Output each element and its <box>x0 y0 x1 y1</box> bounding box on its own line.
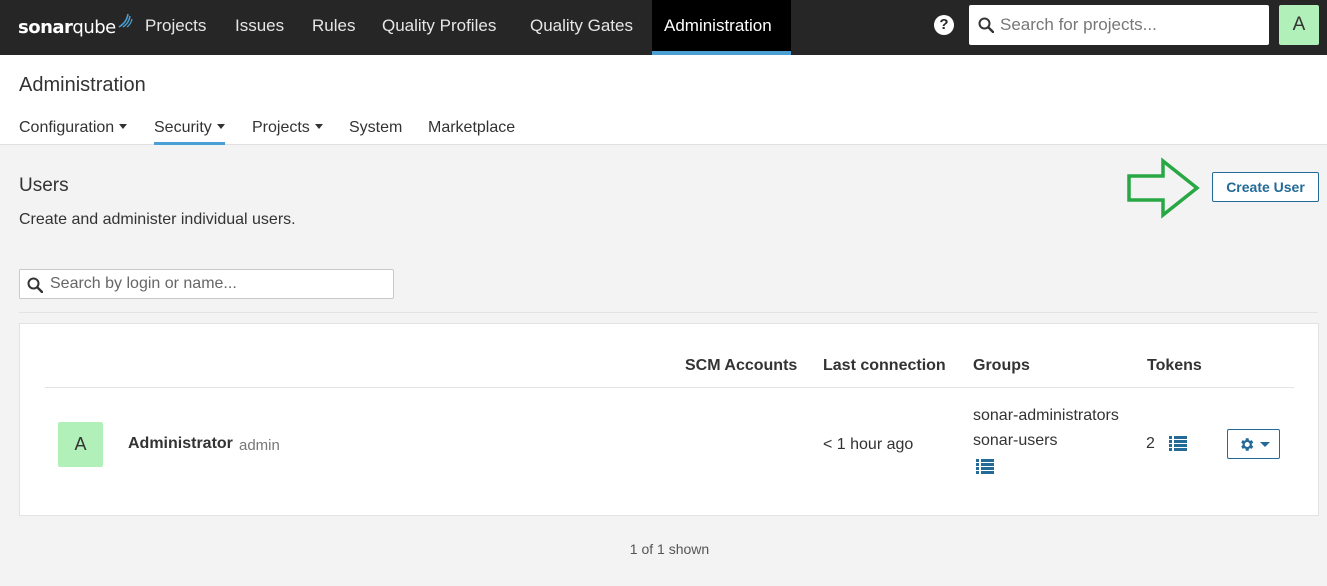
chevron-down-icon <box>119 124 128 130</box>
gear-icon <box>1241 438 1254 451</box>
create-user-button[interactable]: Create User <box>1212 172 1319 202</box>
help-icon[interactable]: ? <box>934 15 954 35</box>
global-search-input[interactable] <box>1000 5 1260 45</box>
section-title: Users <box>19 175 69 196</box>
sonarqube-logo[interactable]: sonarqube <box>18 10 133 44</box>
user-name: Administrator <box>128 435 233 452</box>
nav-administration[interactable]: Administration <box>652 0 791 55</box>
user-avatar[interactable]: A <box>1279 5 1319 45</box>
chevron-down-icon <box>314 124 323 130</box>
column-header-last-connection: Last connection <box>823 357 946 374</box>
global-search-box[interactable] <box>969 5 1269 45</box>
nav-quality-gates[interactable]: Quality Gates <box>518 0 645 55</box>
tokens-count: 2 <box>1146 435 1155 452</box>
subnav-system[interactable]: System <box>349 119 402 142</box>
subnav-projects[interactable]: Projects <box>252 119 323 142</box>
logo-text: sonarqube <box>18 16 116 38</box>
page-title: Administration <box>19 74 146 96</box>
sonarqube-logo-icon <box>118 13 133 28</box>
arrow-right-annotation-icon <box>1127 157 1200 219</box>
column-header-groups: Groups <box>973 357 1030 374</box>
chevron-down-icon <box>216 124 225 130</box>
subnav-label: Projects <box>252 119 310 136</box>
group-item: sonar-users <box>973 432 1058 449</box>
avatar: A <box>58 422 103 467</box>
top-navbar: sonarqube Projects Issues Rules Quality … <box>0 0 1327 55</box>
nav-quality-profiles[interactable]: Quality Profiles <box>370 0 508 55</box>
nav-issues[interactable]: Issues <box>223 0 296 55</box>
subnav-configuration[interactable]: Configuration <box>19 119 128 142</box>
subnav-security[interactable]: Security <box>154 119 225 145</box>
group-item: sonar-administrators <box>973 407 1119 424</box>
nav-projects[interactable]: Projects <box>133 0 218 55</box>
last-connection: < 1 hour ago <box>823 436 914 453</box>
header-divider <box>45 387 1294 388</box>
chevron-down-icon <box>1260 442 1270 447</box>
edit-groups-list-icon[interactable] <box>976 459 994 474</box>
subnav-label: Security <box>154 119 212 136</box>
page-header: Administration Configuration Security Pr… <box>0 55 1327 145</box>
search-icon <box>27 277 43 293</box>
divider <box>19 312 1318 313</box>
user-login: admin <box>239 437 280 454</box>
subnav-label: Configuration <box>19 119 115 136</box>
column-header-scm-accounts: SCM Accounts <box>685 357 798 374</box>
user-search-box[interactable] <box>19 269 394 299</box>
shown-count: 1 of 1 shown <box>629 541 710 557</box>
section-description: Create and administer individual users. <box>19 211 296 228</box>
users-table: SCM Accounts Last connection Groups Toke… <box>19 323 1319 516</box>
nav-rules[interactable]: Rules <box>300 0 367 55</box>
search-icon <box>978 17 994 33</box>
subnav-marketplace[interactable]: Marketplace <box>428 119 515 142</box>
user-search-input[interactable] <box>50 270 390 298</box>
user-actions-dropdown-button[interactable] <box>1227 429 1280 459</box>
manage-tokens-list-icon[interactable] <box>1169 436 1187 451</box>
column-header-tokens: Tokens <box>1147 357 1202 374</box>
